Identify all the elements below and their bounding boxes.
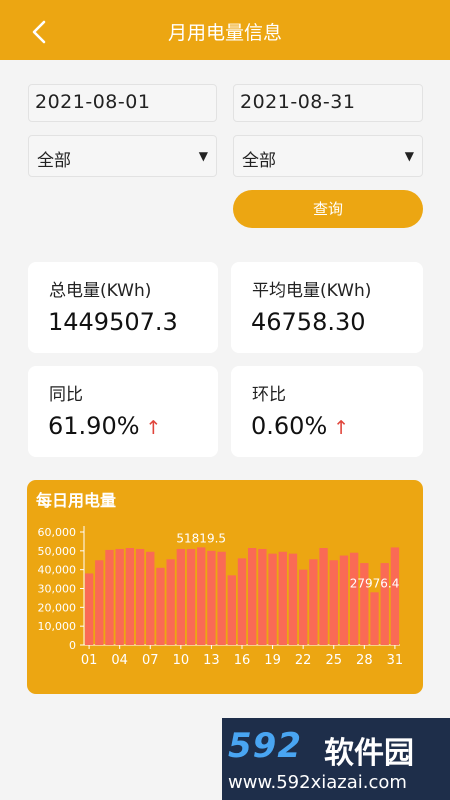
- daily-power-chart-panel: 每日用电量 0 10,000 20,000 30,000 40,000 50,000 60,…: [27, 480, 423, 694]
- start-date-field[interactable]: 2021-08-01: [28, 84, 217, 122]
- bar-day-25: [329, 560, 338, 645]
- watermark-url: www.592xiazai.com: [228, 772, 407, 793]
- bar-day-03: [105, 549, 114, 645]
- bar-day-23: [309, 559, 318, 645]
- y-tick-label: 20,000: [38, 601, 77, 614]
- x-tick-label: 01: [81, 653, 98, 668]
- yoy-card: 同比 61.90% ↑: [28, 366, 218, 457]
- bar-day-09: [166, 559, 175, 645]
- x-tick-label: 10: [173, 653, 190, 668]
- bar-day-04: [115, 548, 124, 645]
- card-label: 平均电量(KWh): [252, 281, 372, 301]
- card-value-row: 61.90% ↑: [48, 412, 161, 440]
- watermark-logo: 592: [228, 726, 302, 766]
- bar-day-21: [288, 553, 298, 645]
- y-tick-label: 50,000: [38, 545, 77, 558]
- bar-day-08: [156, 567, 165, 645]
- bar-day-24: [319, 548, 328, 645]
- data-label: 27976.4: [350, 576, 400, 590]
- y-tick-label: 30,000: [38, 583, 77, 596]
- x-tick-label: 22: [295, 653, 312, 668]
- y-tick-label: 40,000: [38, 564, 77, 577]
- bar-day-07: [146, 551, 155, 645]
- data-label: 51819.5: [176, 531, 226, 545]
- bar-day-12: [197, 547, 206, 645]
- select-value: 全部: [37, 151, 71, 171]
- bar-day-14: [217, 551, 226, 645]
- x-tick-label: 19: [264, 653, 281, 668]
- bar-day-29: [370, 592, 379, 645]
- card-label: 同比: [49, 385, 83, 405]
- x-tick-label: 04: [111, 653, 128, 668]
- bar-day-02: [95, 560, 104, 645]
- bar-day-27: [349, 552, 359, 645]
- bar-day-10: [176, 548, 186, 645]
- bar-day-31: [390, 547, 400, 645]
- bar-day-26: [339, 555, 349, 645]
- end-date-field[interactable]: 2021-08-31: [233, 84, 423, 122]
- card-label: 总电量(KWh): [49, 281, 152, 301]
- triangle-down-icon: ▼: [198, 149, 208, 163]
- watermark: 592 软件园 www.592xiazai.com: [222, 718, 450, 800]
- bar-day-20: [278, 551, 287, 645]
- bar-day-22: [298, 569, 308, 645]
- mom-card: 环比 0.60% ↑: [231, 366, 423, 457]
- x-tick-label: 25: [325, 653, 342, 668]
- bar-day-19: [268, 553, 277, 645]
- card-value: 0.60%: [251, 412, 328, 440]
- card-value: 61.90%: [48, 412, 140, 440]
- x-tick-label: 07: [142, 653, 159, 668]
- bar-day-11: [186, 548, 196, 645]
- card-value: 1449507.3: [48, 308, 178, 336]
- card-label: 环比: [252, 385, 286, 405]
- query-button[interactable]: 查询: [233, 190, 423, 228]
- total-power-card: 总电量(KWh) 1449507.3: [28, 262, 218, 353]
- bar-day-06: [135, 548, 145, 645]
- card-value: 46758.30: [251, 308, 366, 336]
- arrow-up-icon: ↑: [145, 417, 162, 439]
- arrow-up-icon: ↑: [333, 417, 350, 439]
- average-power-card: 平均电量(KWh) 46758.30: [231, 262, 423, 353]
- card-value-row: 0.60% ↑: [251, 412, 349, 440]
- select-value: 全部: [242, 151, 276, 171]
- y-tick-label: 0: [69, 639, 76, 652]
- daily-power-bar-chart: 0 10,000 20,000 30,000 40,000 50,000 60,000 01 0…: [38, 526, 404, 668]
- app-header: 月用电量信息: [0, 0, 450, 60]
- bar-day-17: [248, 548, 257, 645]
- bar-day-01: [84, 573, 94, 645]
- y-tick-label: 10,000: [38, 620, 77, 633]
- bar-day-15: [227, 575, 236, 645]
- y-tick-label: 60,000: [38, 526, 77, 539]
- bar-day-05: [125, 548, 135, 645]
- x-tick-label: 13: [203, 653, 220, 668]
- watermark-name: 软件园: [324, 736, 414, 771]
- x-tick-label: 28: [356, 653, 373, 668]
- category-select-2[interactable]: 全部 ▼: [233, 135, 423, 177]
- category-select-1[interactable]: 全部 ▼: [28, 135, 217, 177]
- page-title: 月用电量信息: [167, 22, 282, 44]
- bar-day-18: [258, 548, 267, 645]
- bar-day-13: [207, 550, 216, 645]
- x-tick-label: 31: [387, 653, 404, 668]
- bar-day-16: [237, 558, 247, 645]
- x-tick-label: 16: [234, 653, 251, 668]
- triangle-down-icon: ▼: [404, 149, 414, 163]
